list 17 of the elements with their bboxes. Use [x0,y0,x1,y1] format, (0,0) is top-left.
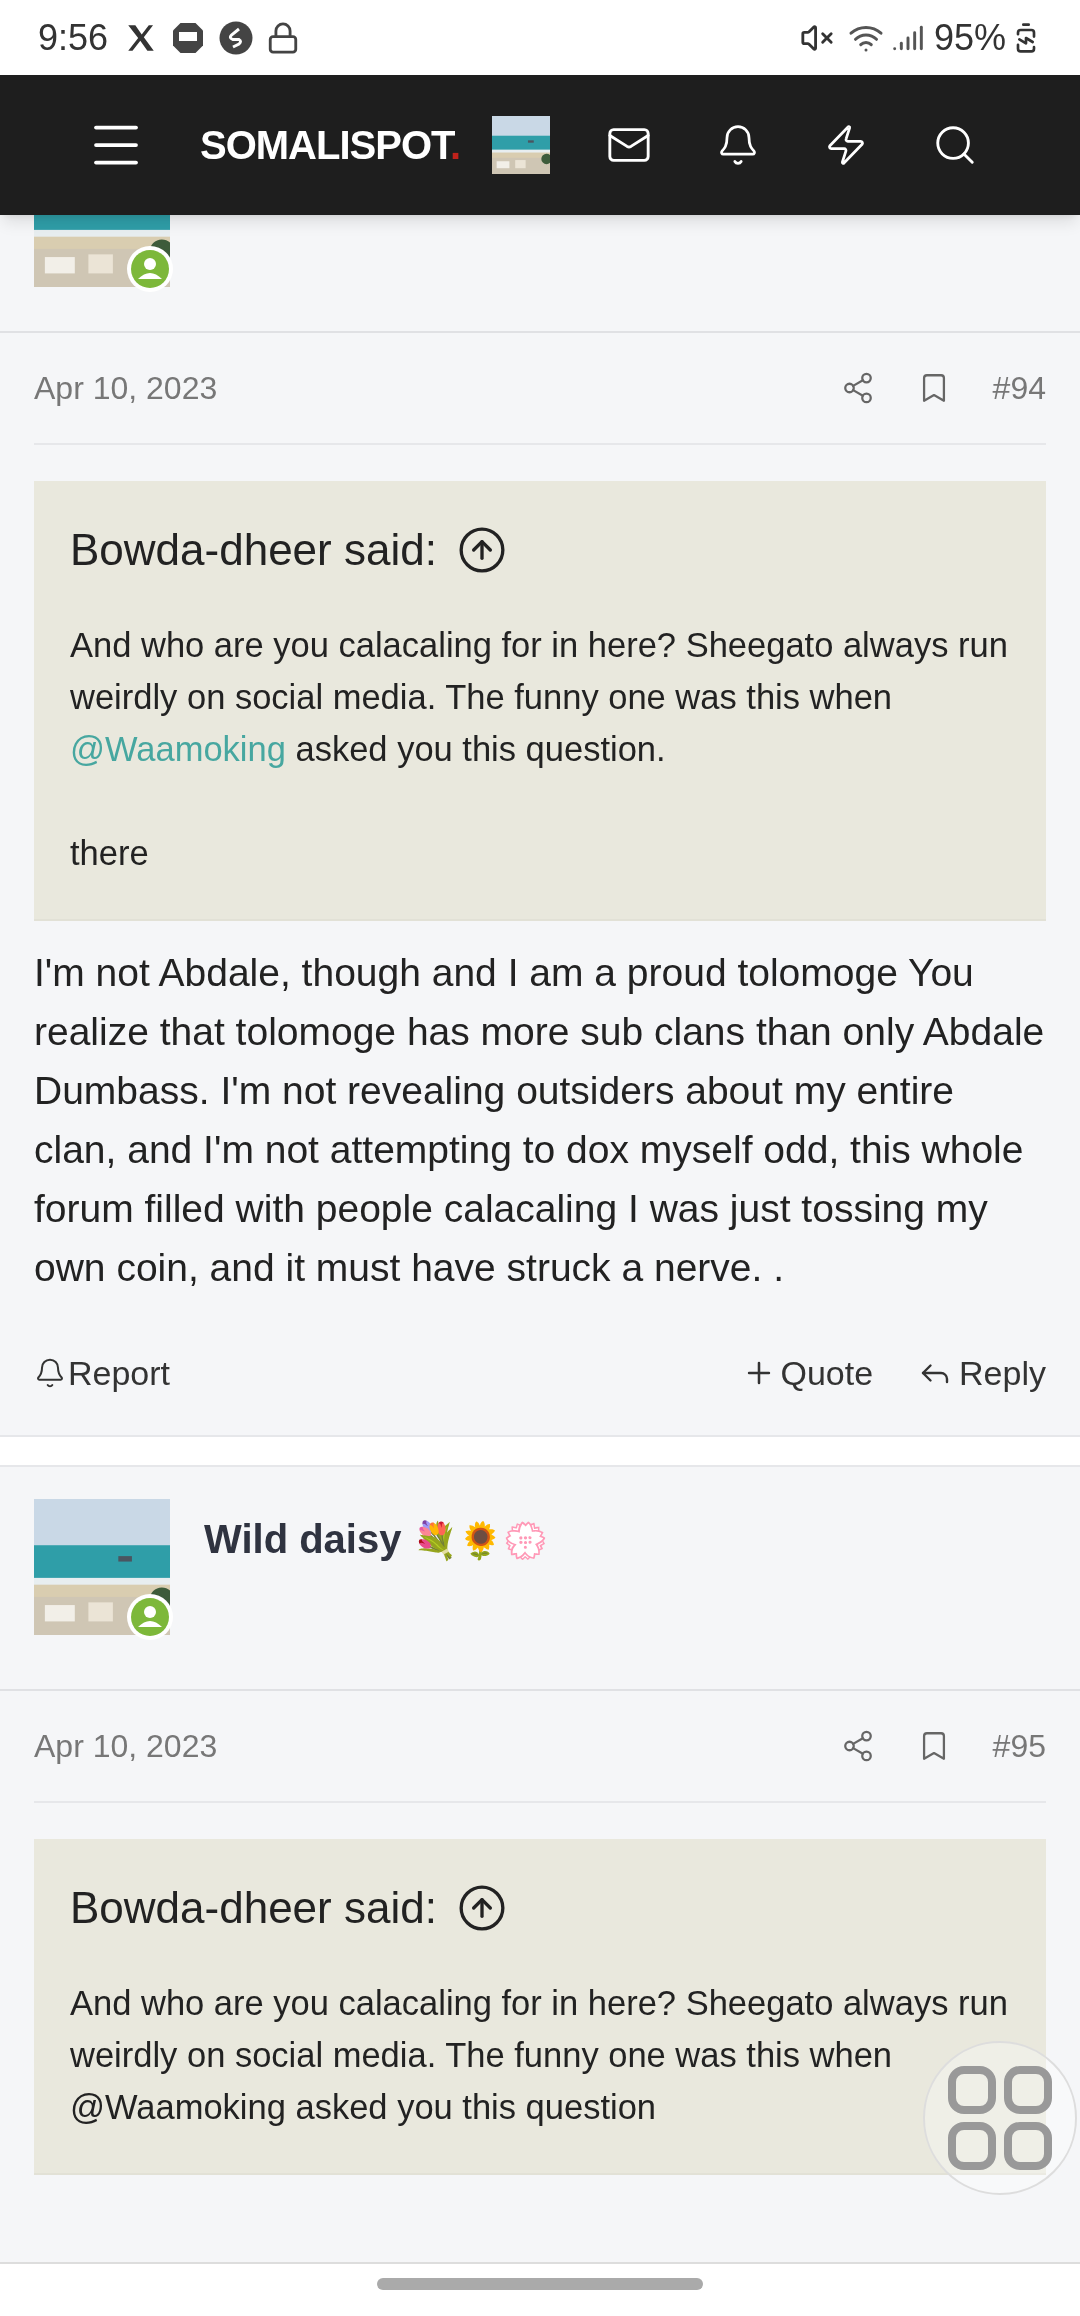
quote-author: Bowda-dheer said: [70,524,437,576]
reply-link[interactable]: Reply [917,1347,1046,1399]
post-number[interactable]: #95 [992,1722,1046,1770]
battery-percent: 95% [933,15,1006,60]
post-date[interactable]: Apr 10, 2023 [34,1722,841,1770]
site-logo[interactable]: SOMALISPOT. [200,115,461,175]
quote-text: there [70,833,150,874]
report-link[interactable]: Report [34,1347,743,1399]
quote-text: And who are you calacaling for in here? Sheegato always run weirdly on social media. The funny one was this when @Waamoking asked you this question [70,1983,1009,2128]
quote-link[interactable]: Quote [742,1347,874,1399]
post-date[interactable]: Apr 10, 2023 [34,364,841,412]
post-number[interactable]: #94 [992,364,1046,412]
username[interactable]: Wild daisy 💐🌻💮 [204,1509,548,1569]
status-time: 9:56 [38,15,109,60]
post-text: I'm not Abdale, though and I am a proud tolomoge You realize that tolomoge has more sub clans than only Abdale Dumbass. I'm not revealing outsiders about my entire clan, and I'm not attempting to dox myself odd, this whole forum filled with people calacaling I was just tossing my own coin, and it must have struck a nerve. . [33,950,1046,1291]
quote-author: Bowda-dheer said: [70,1882,437,1934]
quote-text: And who are you calacaling for in here? Sheegato always run weirdly on social media. The funny one was this when @Waamoking asked you this question. [70,625,1009,770]
